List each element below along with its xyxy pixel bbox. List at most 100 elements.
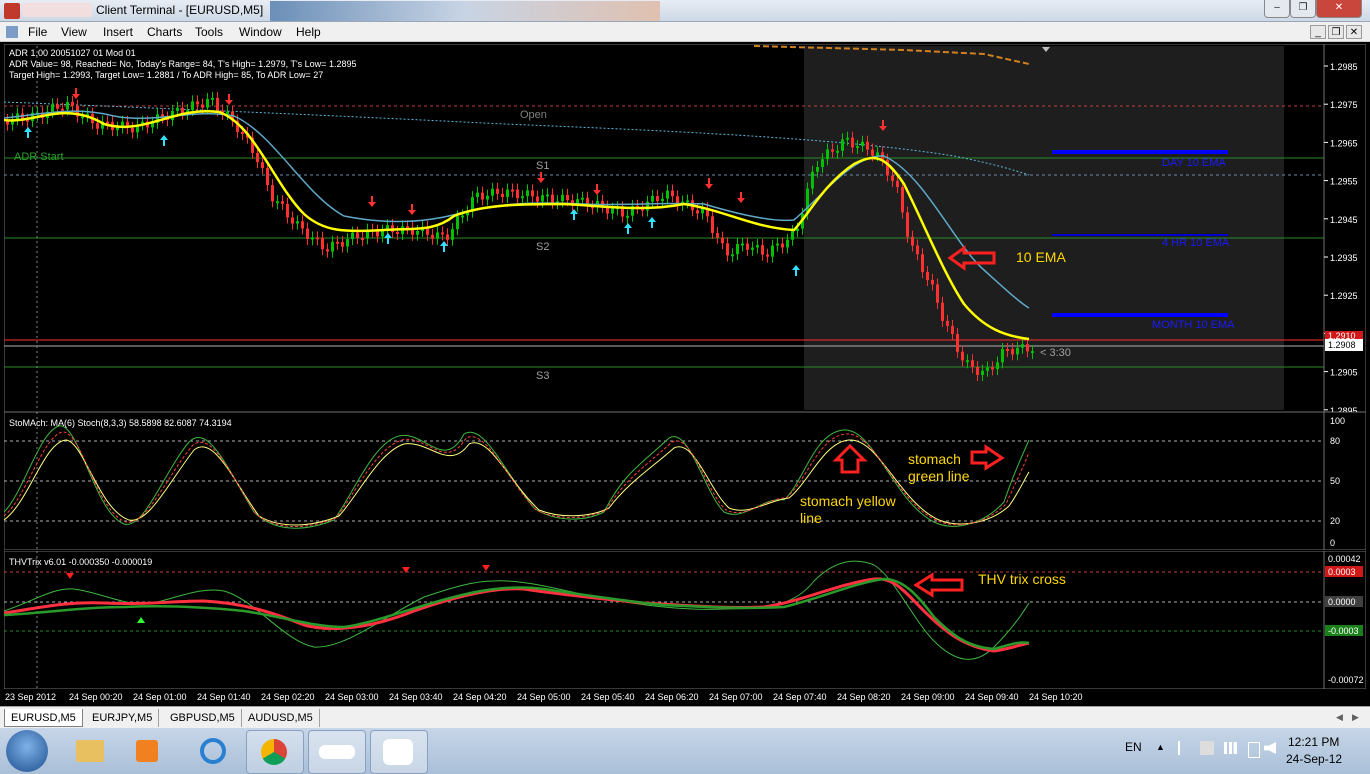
candle-body bbox=[301, 221, 304, 229]
candle-body bbox=[551, 194, 554, 203]
maximize-button[interactable]: ❐ bbox=[1290, 0, 1316, 18]
candle-body bbox=[891, 175, 894, 181]
trix-panel[interactable]: THVTrix v6.01 -0.000350 -0.000019 THV tr… bbox=[4, 551, 1366, 689]
trix-level-bottom: -0.00072 bbox=[1328, 675, 1364, 685]
adr-info-line-1: ADR 1.00 20051027 01 Mod 01 bbox=[9, 48, 136, 58]
tab-eurusd[interactable]: EURUSD,M5 bbox=[4, 709, 83, 727]
menu-charts[interactable]: Charts bbox=[147, 25, 182, 39]
candle-body bbox=[396, 232, 399, 235]
tab-audusd[interactable]: AUDUSD,M5 bbox=[242, 709, 320, 727]
candle-body bbox=[931, 280, 934, 285]
candle-body bbox=[306, 228, 309, 239]
candle-body bbox=[336, 241, 339, 244]
taskbar-redacted-app-1[interactable] bbox=[308, 730, 366, 774]
tray-expand-icon[interactable]: ▲ bbox=[1156, 742, 1165, 752]
menu-tools[interactable]: Tools bbox=[195, 25, 223, 39]
action-center-icon[interactable] bbox=[1178, 741, 1192, 755]
price-chart[interactable]: ADR Start Open S1 S2 S3 DAY 10 EMA 4 HR … bbox=[4, 44, 1366, 412]
candle-body bbox=[991, 367, 994, 370]
candle-body bbox=[761, 245, 764, 255]
stoch-panel[interactable]: StoMAch: MA(6) Stoch(8,3,3) 58.5898 82.6… bbox=[4, 412, 1366, 550]
candle-body bbox=[671, 190, 674, 197]
clock-time[interactable]: 12:21 PM bbox=[1288, 735, 1339, 749]
adr-info-line-2: ADR Value= 98, Reached= No, Today's Rang… bbox=[9, 59, 356, 69]
taskbar-media-player-icon[interactable] bbox=[120, 730, 176, 772]
candle-body bbox=[531, 190, 534, 197]
candle-body bbox=[476, 192, 479, 198]
ema-annotation-label: 10 EMA bbox=[1016, 249, 1066, 265]
candle-body bbox=[431, 234, 434, 239]
candle-body bbox=[356, 232, 359, 239]
candle-body bbox=[726, 243, 729, 256]
candle-body bbox=[866, 141, 869, 150]
menu-view[interactable]: View bbox=[61, 25, 87, 39]
taskbar-redacted-app-2[interactable] bbox=[370, 730, 428, 774]
s2-label: S2 bbox=[536, 241, 549, 253]
candle-body bbox=[541, 195, 544, 202]
close-button[interactable]: ✕ bbox=[1316, 0, 1362, 18]
menu-help[interactable]: Help bbox=[296, 25, 321, 39]
signal-icon[interactable] bbox=[1224, 742, 1240, 754]
mdi-minimize-button[interactable]: _ bbox=[1310, 25, 1326, 39]
taskbar-ie-icon[interactable] bbox=[186, 730, 242, 772]
menu-file[interactable]: File bbox=[28, 25, 47, 39]
candle-body bbox=[661, 198, 664, 202]
tab-gbpusd[interactable]: GBPUSD,M5 bbox=[164, 709, 242, 727]
candle-body bbox=[441, 232, 444, 235]
candle-body bbox=[686, 200, 689, 203]
candle-body bbox=[216, 97, 219, 111]
candle-body bbox=[291, 217, 294, 224]
price-scale-label: 1.2975 bbox=[1330, 100, 1358, 110]
time-axis-label: 24 Sep 01:00 bbox=[133, 692, 187, 702]
language-indicator[interactable]: EN bbox=[1125, 740, 1142, 754]
candle-body bbox=[791, 231, 794, 240]
candle-body bbox=[106, 121, 109, 124]
candle-body bbox=[811, 171, 814, 189]
candle-body bbox=[561, 194, 564, 202]
volume-icon[interactable] bbox=[1264, 742, 1276, 754]
minimize-button[interactable]: – bbox=[1264, 0, 1290, 18]
taskbar-explorer-icon[interactable] bbox=[62, 730, 118, 772]
candle-body bbox=[696, 210, 699, 214]
candle-body bbox=[1021, 344, 1024, 348]
candle-body bbox=[241, 131, 244, 134]
candle-body bbox=[281, 201, 284, 204]
battery-icon[interactable] bbox=[1248, 742, 1260, 758]
network-icon[interactable] bbox=[1200, 741, 1214, 755]
candle-body bbox=[451, 229, 454, 240]
candle-body bbox=[506, 189, 509, 198]
candle-body bbox=[981, 370, 984, 375]
candle-body bbox=[966, 360, 969, 363]
price-scale-label: 1.2985 bbox=[1330, 62, 1358, 72]
stoch-green-annotation-1: stomach bbox=[908, 451, 961, 467]
candle-body bbox=[941, 302, 944, 321]
clock-date[interactable]: 24-Sep-12 bbox=[1286, 752, 1342, 766]
mdi-restore-button[interactable]: ❐ bbox=[1328, 25, 1344, 39]
mdi-close-button[interactable]: ✕ bbox=[1346, 25, 1362, 39]
candle-body bbox=[626, 215, 629, 218]
candle-body bbox=[821, 159, 824, 168]
candle-body bbox=[261, 162, 264, 169]
candle-body bbox=[266, 168, 269, 186]
candle-body bbox=[611, 208, 614, 214]
taskbar-chrome-icon[interactable] bbox=[246, 730, 304, 774]
menu-window[interactable]: Window bbox=[239, 25, 282, 39]
candle-body bbox=[1016, 347, 1019, 355]
tabs-scroll-right-icon[interactable]: ▶ bbox=[1352, 712, 1359, 723]
candle-body bbox=[776, 243, 779, 246]
candle-body bbox=[201, 104, 204, 108]
time-axis-label: 24 Sep 07:00 bbox=[709, 692, 763, 702]
adr-start-label: ADR Start bbox=[14, 151, 64, 163]
tab-eurjpy[interactable]: EURJPY,M5 bbox=[86, 709, 160, 727]
start-button[interactable] bbox=[6, 730, 48, 772]
menu-insert[interactable]: Insert bbox=[103, 25, 133, 39]
tabs-scroll-left-icon[interactable]: ◀ bbox=[1336, 712, 1343, 723]
time-axis-label: 24 Sep 05:00 bbox=[517, 692, 571, 702]
s1-label: S1 bbox=[536, 160, 549, 172]
chart-tabs: EURUSD,M5 EURJPY,M5 GBPUSD,M5 AUDUSD,M5 … bbox=[0, 706, 1370, 728]
candle-body bbox=[436, 232, 439, 239]
candle-body bbox=[461, 215, 464, 218]
app-icon bbox=[4, 3, 20, 19]
price-scale-label: 1.2955 bbox=[1330, 177, 1358, 187]
time-axis-label: 23 Sep 2012 bbox=[5, 692, 56, 702]
